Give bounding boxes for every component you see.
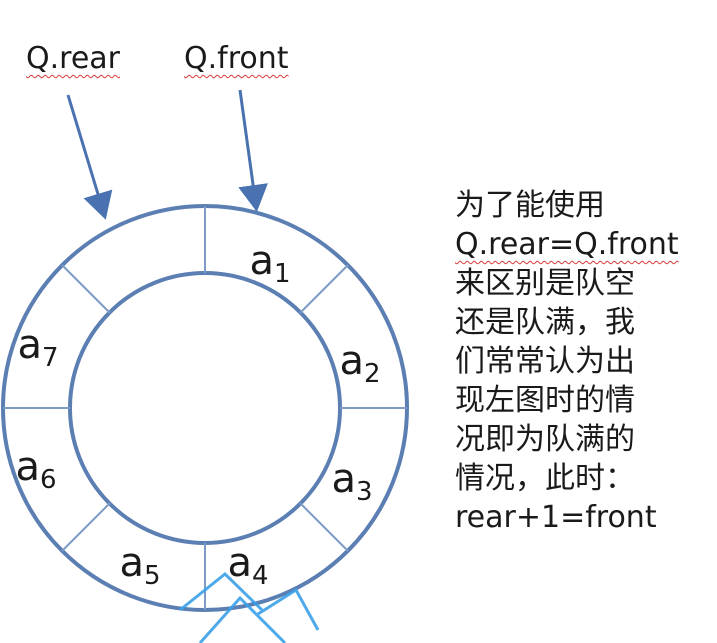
slot-base: a bbox=[339, 338, 364, 384]
slot-label-1: a1 bbox=[249, 241, 290, 287]
slot-index: 4 bbox=[251, 561, 269, 591]
explanation-line: 还是队满，我 bbox=[455, 305, 635, 340]
slot-index: 6 bbox=[39, 465, 57, 495]
inner-ring bbox=[68, 271, 342, 545]
slot-label-3: a3 bbox=[331, 459, 372, 505]
slot-index: 7 bbox=[41, 343, 59, 373]
slot-base: a bbox=[15, 444, 40, 490]
slot-index: 1 bbox=[273, 259, 291, 289]
explanation-text: 为了能使用 Q.rear=Q.front 来区别是队空 还是队满，我 们常常认为… bbox=[455, 186, 715, 537]
slot-label-7: a7 bbox=[17, 325, 58, 371]
front-pointer-arrow bbox=[238, 89, 268, 212]
slot-base: a bbox=[17, 322, 42, 368]
explanation-line: 们常常认为出 bbox=[455, 344, 635, 379]
slot-label-5: a5 bbox=[119, 543, 160, 589]
explanation-line: 为了能使用 bbox=[455, 188, 605, 223]
slot-divider bbox=[61, 264, 111, 314]
explanation-line: 来区别是队空 bbox=[455, 266, 635, 301]
slot-divider bbox=[61, 502, 111, 552]
slot-base: a bbox=[249, 238, 274, 284]
explanation-line: Q.rear=Q.front bbox=[455, 227, 679, 262]
slot-divider bbox=[299, 264, 349, 314]
slot-label-2: a2 bbox=[339, 341, 380, 387]
slot-base: a bbox=[331, 456, 356, 502]
slot-index: 3 bbox=[355, 477, 373, 507]
explanation-line: 况即为队满的 bbox=[455, 422, 635, 457]
front-pointer-label: Q.front bbox=[184, 41, 289, 76]
rear-pointer-label: Q.rear bbox=[26, 41, 120, 76]
slot-index: 5 bbox=[143, 561, 161, 591]
explanation-line: 情况，此时： bbox=[455, 461, 635, 496]
rear-pointer-arrow bbox=[66, 94, 113, 220]
slot-divider bbox=[299, 502, 349, 552]
slot-index: 2 bbox=[363, 359, 381, 389]
slot-label-6: a6 bbox=[15, 447, 56, 493]
slot-label-4: a4 bbox=[227, 543, 268, 589]
explanation-line: rear+1=front bbox=[455, 500, 657, 535]
slot-base: a bbox=[227, 540, 252, 586]
explanation-line: 现左图时的情 bbox=[455, 383, 635, 418]
slot-base: a bbox=[119, 540, 144, 586]
